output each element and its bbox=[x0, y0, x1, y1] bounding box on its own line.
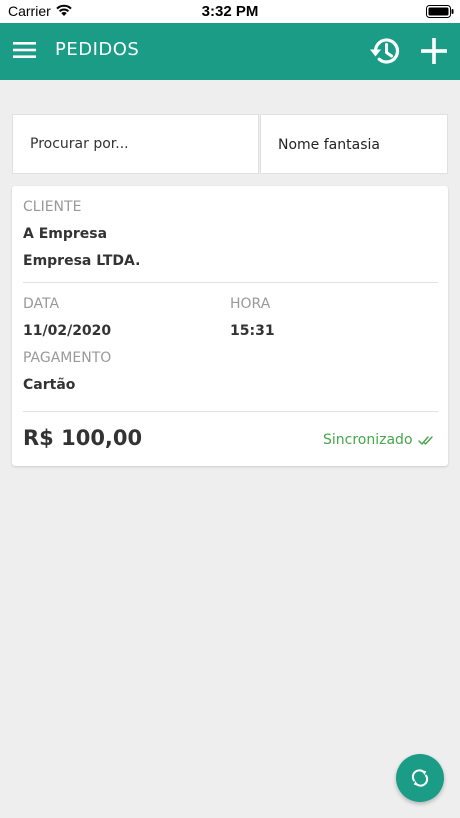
sync-status: Sincronizado bbox=[323, 432, 413, 448]
payment-value: Cartão bbox=[23, 377, 76, 393]
client-company: Empresa LTDA. bbox=[23, 253, 141, 269]
divider bbox=[23, 282, 438, 283]
search-input[interactable] bbox=[13, 115, 258, 173]
sync-icon bbox=[411, 769, 429, 787]
app-header: PEDIDOS bbox=[0, 23, 460, 80]
menu-icon[interactable] bbox=[13, 41, 36, 59]
divider bbox=[23, 411, 438, 412]
date-label: DATA bbox=[23, 296, 60, 312]
order-card[interactable]: CLIENTE A Empresa Empresa LTDA. DATA HOR… bbox=[12, 186, 448, 466]
search-box bbox=[12, 114, 259, 174]
double-check-icon bbox=[418, 436, 433, 445]
order-total: R$ 100,00 bbox=[23, 426, 143, 450]
time-value: 15:31 bbox=[230, 323, 275, 339]
search-filter-select[interactable]: Nome fantasia bbox=[260, 114, 448, 174]
battery-icon bbox=[426, 5, 454, 18]
client-label: CLIENTE bbox=[23, 199, 82, 215]
status-time: 3:32 PM bbox=[201, 3, 259, 20]
sync-button[interactable] bbox=[396, 754, 444, 802]
status-bar: Carrier 3:32 PM bbox=[0, 0, 460, 23]
add-icon[interactable] bbox=[418, 35, 450, 67]
page-title: PEDIDOS bbox=[55, 39, 140, 60]
payment-label: PAGAMENTO bbox=[23, 350, 112, 366]
date-value: 11/02/2020 bbox=[23, 323, 112, 339]
search-filter-value: Nome fantasia bbox=[278, 137, 380, 153]
client-name: A Empresa bbox=[23, 226, 108, 242]
time-label: HORA bbox=[230, 296, 271, 312]
history-icon[interactable] bbox=[365, 32, 403, 70]
